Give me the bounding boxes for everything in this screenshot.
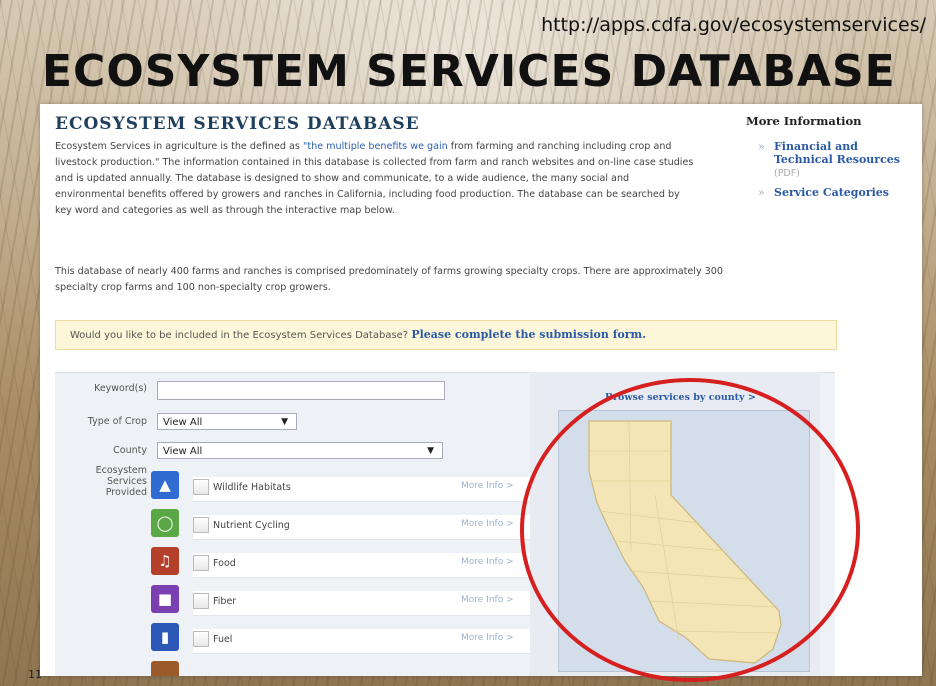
more-info-link[interactable]: More Info >	[461, 633, 514, 643]
service-categories-link[interactable]: Service Categories	[758, 186, 918, 199]
more-info-sidebar: More Information Financial and Technical…	[746, 114, 918, 205]
chevron-down-icon: ▼	[281, 417, 288, 427]
wildlife-checkbox[interactable]	[193, 479, 209, 495]
definition-link[interactable]: "the multiple benefits we gain	[303, 141, 448, 152]
service-row-food: ♫ Food More Info >	[151, 545, 563, 579]
chevron-down-icon: ▼	[427, 446, 434, 456]
county-select[interactable]: View All ▼	[157, 442, 443, 459]
financial-resources-link[interactable]: Financial and Technical Resources (PDF)	[758, 140, 918, 180]
slide-title: ECOSYSTEM SERVICES DATABASE	[42, 46, 896, 97]
food-icon: ♫	[151, 547, 179, 575]
keyword-input[interactable]	[157, 381, 445, 400]
more-info-link[interactable]: More Info >	[461, 481, 514, 491]
intro-text-start: Ecosystem Services in agriculture is the…	[55, 141, 303, 152]
intro-paragraph: Ecosystem Services in agriculture is the…	[55, 139, 695, 219]
fiber-icon: ■	[151, 585, 179, 613]
service-row-fiber: ■ Fiber More Info >	[151, 583, 563, 617]
nutrient-checkbox[interactable]	[193, 517, 209, 533]
service-row-nutrient: ◯ Nutrient Cycling More Info >	[151, 507, 563, 541]
fiber-checkbox[interactable]	[193, 593, 209, 609]
more-info-link[interactable]: More Info >	[461, 557, 514, 567]
fuel-icon: ▮	[151, 623, 179, 651]
nutrient-icon: ◯	[151, 509, 179, 537]
services-label: Ecosystem Services Provided	[95, 465, 147, 498]
wildlife-icon: ▲	[151, 471, 179, 499]
food-checkbox[interactable]	[193, 555, 209, 571]
more-info-heading: More Information	[746, 114, 862, 128]
keyword-label: Keyword(s)	[94, 383, 147, 394]
service-label: Food	[213, 558, 236, 569]
summary-paragraph: This database of nearly 400 farms and ra…	[55, 266, 723, 293]
crop-select[interactable]: View All ▼	[157, 413, 297, 430]
submission-form-link[interactable]: Please complete the submission form.	[411, 328, 646, 341]
more-info-link[interactable]: More Info >	[461, 595, 514, 605]
intro-text-end: from farming and ranching including crop…	[55, 141, 694, 216]
page-title: ECOSYSTEM SERVICES DATABASE	[55, 114, 420, 134]
service-label: Fuel	[213, 634, 233, 645]
service-row-fuel: ▮ Fuel More Info >	[151, 621, 563, 655]
service-row-wildlife: ▲ Wildlife Habitats More Info >	[151, 469, 563, 503]
service-icon	[151, 661, 179, 676]
crop-label: Type of Crop	[87, 416, 147, 427]
source-url: http://apps.cdfa.gov/ecosystemservices/	[541, 14, 926, 36]
county-label: County	[113, 445, 147, 456]
more-info-link[interactable]: More Info >	[461, 519, 514, 529]
service-label: Wildlife Habitats	[213, 482, 291, 493]
pdf-tag: (PDF)	[774, 168, 800, 179]
service-label: Nutrient Cycling	[213, 520, 290, 531]
service-row-partial	[151, 659, 531, 676]
fuel-checkbox[interactable]	[193, 631, 209, 647]
banner-text: Would you like to be included in the Eco…	[70, 330, 409, 341]
service-label: Fiber	[213, 596, 237, 607]
submission-banner: Would you like to be included in the Eco…	[55, 320, 837, 350]
page-number: 11	[28, 668, 42, 681]
highlight-circle	[520, 378, 860, 682]
